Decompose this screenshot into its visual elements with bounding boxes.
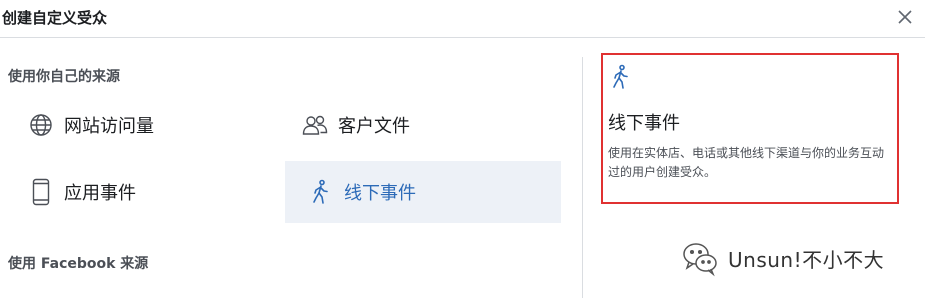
walking-person-icon xyxy=(308,179,334,205)
source-label-app: 应用事件 xyxy=(64,183,136,204)
section-heading-own-sources: 使用你自己的来源 xyxy=(8,69,120,85)
detail-title: 线下事件 xyxy=(608,113,680,134)
dialog-header: 创建自定义受众 xyxy=(0,0,925,38)
dialog-title: 创建自定义受众 xyxy=(2,9,108,27)
source-option-website[interactable]: 网站访问量 xyxy=(28,94,278,156)
wechat-logo-icon xyxy=(680,238,720,278)
globe-icon xyxy=(28,112,54,138)
offline-event-detail-card: 线下事件 使用在实体店、电话或其他线下渠道与你的业务互动过的用户创建受众。 xyxy=(601,53,899,204)
source-label-offline: 线下事件 xyxy=(344,183,416,204)
source-label-website: 网站访问量 xyxy=(64,116,154,137)
detail-description: 使用在实体店、电话或其他线下渠道与你的业务互动过的用户创建受众。 xyxy=(608,146,885,179)
source-option-customer-file[interactable]: 客户文件 xyxy=(302,94,552,156)
source-option-app[interactable]: 应用事件 xyxy=(28,161,278,223)
source-label-customer-file: 客户文件 xyxy=(338,116,410,137)
source-list-panel: 使用你自己的来源 网站访问量 客户文件 应用事件 线下事件 使用 Faceboo… xyxy=(0,39,582,298)
mobile-phone-icon xyxy=(28,178,54,206)
section-heading-facebook-sources: 使用 Facebook 来源 xyxy=(8,256,149,272)
walking-person-icon xyxy=(611,64,631,90)
people-icon xyxy=(302,112,328,138)
source-option-offline[interactable]: 线下事件 xyxy=(285,161,561,223)
watermark-text: Unsun!不小不大 xyxy=(728,247,885,272)
watermark: Unsun!不小不大 xyxy=(680,238,884,278)
close-icon[interactable] xyxy=(895,7,915,27)
